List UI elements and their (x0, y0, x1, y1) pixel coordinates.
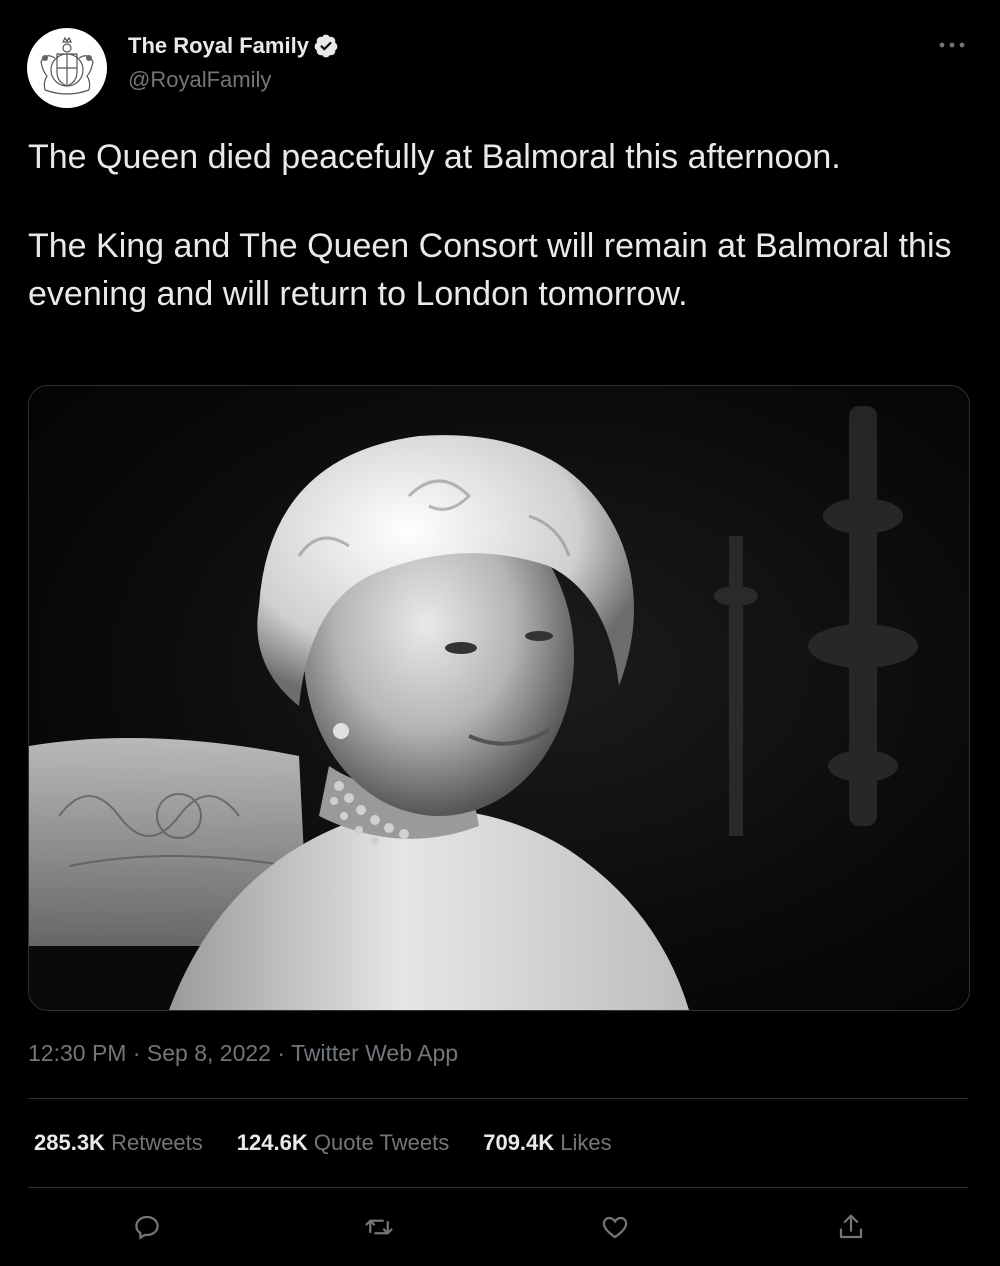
tweet: The Royal Family @RoyalFamily The Queen … (0, 0, 1000, 1266)
tweet-source[interactable]: Twitter Web App (291, 1040, 458, 1066)
retweet-icon[interactable] (357, 1205, 401, 1249)
handle[interactable]: @RoyalFamily (128, 67, 271, 93)
divider (28, 1187, 968, 1188)
royal-coat-of-arms-icon (40, 36, 94, 95)
meta-separator: · (270, 1040, 291, 1066)
tweet-paragraph: The Queen died peacefully at Balmoral th… (28, 138, 841, 176)
likes-count: 709.4K (483, 1130, 555, 1155)
retweets-stat[interactable]: 285.3K Retweets (34, 1130, 203, 1156)
verified-badge-icon (313, 33, 339, 59)
avatar[interactable] (27, 28, 107, 108)
quote-tweets-count: 124.6K (236, 1130, 308, 1155)
portrait-image (29, 386, 969, 1010)
tweet-date: Sep 8, 2022 (146, 1040, 271, 1066)
quote-tweets-stat[interactable]: 124.6K Quote Tweets (237, 1130, 449, 1156)
engagement-stats: 285.3K Retweets 124.6K Quote Tweets 709.… (34, 1130, 612, 1156)
tweet-photo[interactable] (28, 385, 970, 1011)
share-icon[interactable] (829, 1205, 873, 1249)
likes-label: Likes (560, 1130, 612, 1155)
likes-stat[interactable]: 709.4K Likes (483, 1130, 611, 1156)
display-name[interactable]: The Royal Family (128, 33, 339, 59)
divider (28, 1098, 968, 1099)
retweets-label: Retweets (111, 1130, 203, 1155)
meta-separator: · (126, 1040, 147, 1066)
action-bar (0, 1205, 1000, 1249)
quote-tweets-label: Quote Tweets (313, 1130, 450, 1155)
tweet-text: The Queen died peacefully at Balmoral th… (28, 133, 968, 318)
retweets-count: 285.3K (34, 1130, 105, 1155)
tweet-timestamp[interactable]: 12:30 PM · Sep 8, 2022 · Twitter Web App (28, 1040, 458, 1067)
like-icon[interactable] (593, 1205, 637, 1249)
display-name-text: The Royal Family (128, 33, 309, 58)
tweet-paragraph: The King and The Queen Consort will rema… (28, 227, 952, 313)
tweet-time: 12:30 PM (28, 1040, 127, 1066)
more-options-icon[interactable] (934, 30, 970, 60)
reply-icon[interactable] (125, 1205, 169, 1249)
